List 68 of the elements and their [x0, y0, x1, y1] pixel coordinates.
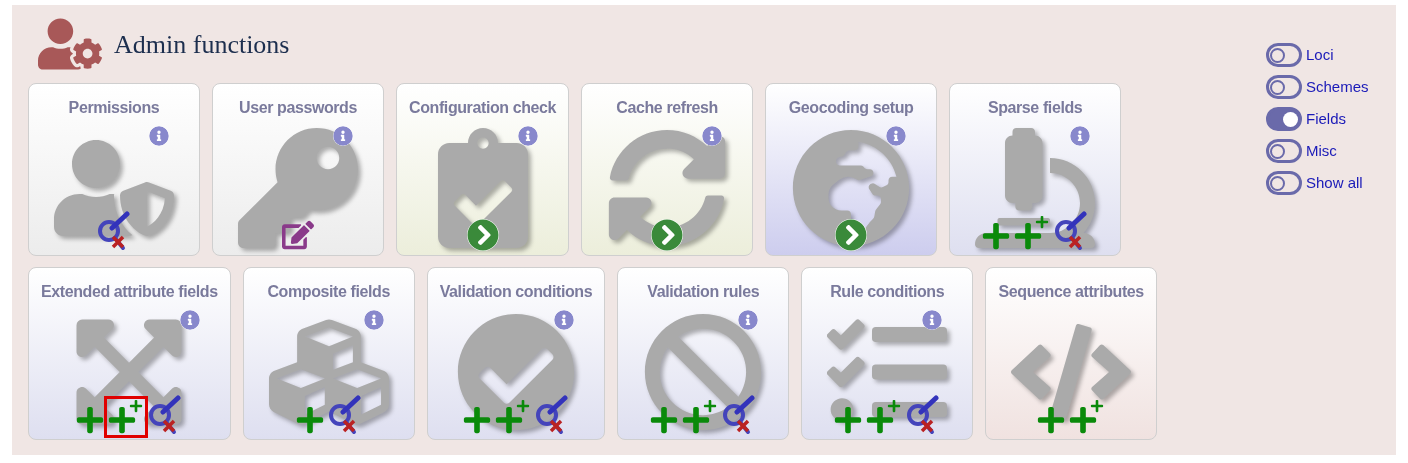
- magnifier-icon[interactable]: [96, 211, 132, 251]
- admin-icon: [38, 17, 102, 71]
- magnifier-icon[interactable]: [905, 395, 942, 435]
- info-icon[interactable]: [702, 126, 723, 146]
- function-card[interactable]: Configuration check: [396, 83, 570, 256]
- info-icon[interactable]: [554, 310, 575, 330]
- function-card[interactable]: Sparse fields: [949, 83, 1122, 256]
- card-title: Configuration check: [409, 98, 557, 118]
- batch-add-icon[interactable]: [107, 399, 146, 435]
- toggle-switch[interactable]: [1266, 43, 1302, 67]
- card-title: Validation conditions: [439, 282, 593, 302]
- magnifier-icon[interactable]: [1053, 211, 1090, 251]
- page-title: Admin functions: [114, 28, 290, 61]
- card-title: Permissions: [68, 98, 160, 118]
- function-card[interactable]: Permissions: [28, 83, 200, 256]
- go-icon[interactable]: [835, 219, 868, 251]
- toggle-label[interactable]: Fields: [1306, 107, 1346, 131]
- card-title: Composite fields: [267, 282, 390, 302]
- toggle-switch[interactable]: [1266, 139, 1302, 163]
- add-icon[interactable]: [833, 405, 864, 435]
- info-icon[interactable]: [363, 310, 384, 330]
- info-icon[interactable]: [922, 310, 943, 330]
- info-icon[interactable]: [886, 126, 907, 146]
- card-title: Geocoding setup: [788, 98, 914, 118]
- toggle-switch[interactable]: [1266, 107, 1302, 131]
- key-icon: [238, 128, 358, 248]
- info-icon[interactable]: [738, 310, 759, 330]
- go-icon[interactable]: [651, 219, 684, 251]
- function-card[interactable]: User passwords: [212, 83, 384, 256]
- card-title: Sparse fields: [987, 98, 1083, 118]
- add-icon[interactable]: [649, 405, 680, 435]
- ban-icon: [643, 312, 764, 432]
- function-card[interactable]: Extended attribute fields: [28, 267, 231, 440]
- info-icon[interactable]: [333, 126, 353, 146]
- function-card[interactable]: Geocoding setup: [765, 83, 938, 256]
- add-icon[interactable]: [294, 405, 325, 435]
- function-card[interactable]: Sequence attributes: [985, 267, 1158, 440]
- card-title: Rule conditions: [830, 282, 945, 302]
- toggle-switch[interactable]: [1266, 171, 1302, 195]
- toggle-label[interactable]: Misc: [1306, 139, 1337, 163]
- info-icon[interactable]: [1070, 126, 1091, 146]
- batch-add-icon[interactable]: [493, 399, 532, 435]
- toggle-label[interactable]: Loci: [1306, 43, 1334, 67]
- card-title: Validation rules: [647, 282, 760, 302]
- add-icon[interactable]: [981, 221, 1012, 251]
- add-icon[interactable]: [1036, 405, 1067, 435]
- edit-icon[interactable]: [282, 219, 314, 251]
- magnifier-icon[interactable]: [147, 395, 184, 435]
- function-card[interactable]: Cache refresh: [581, 83, 754, 256]
- magnifier-icon[interactable]: [326, 395, 363, 435]
- card-title: Sequence attributes: [998, 282, 1144, 302]
- info-icon[interactable]: [518, 126, 539, 146]
- function-card[interactable]: Validation conditions: [426, 267, 606, 440]
- function-card[interactable]: Composite fields: [242, 267, 415, 440]
- add-icon[interactable]: [461, 405, 492, 435]
- toggle-label[interactable]: Show all: [1306, 171, 1363, 195]
- magnifier-icon[interactable]: [721, 395, 758, 435]
- toggle-switch[interactable]: [1266, 75, 1302, 99]
- info-icon[interactable]: [149, 126, 169, 146]
- toggle-label[interactable]: Schemes: [1306, 75, 1369, 99]
- card-title: Cache refresh: [616, 98, 718, 118]
- magnifier-icon[interactable]: [533, 395, 570, 435]
- card-title: User passwords: [239, 98, 357, 118]
- function-card[interactable]: Validation rules: [617, 267, 790, 440]
- function-card[interactable]: Rule conditions: [801, 267, 974, 440]
- add-icon[interactable]: [75, 405, 106, 435]
- info-icon[interactable]: [179, 310, 200, 330]
- card-title: Extended attribute fields: [41, 282, 218, 302]
